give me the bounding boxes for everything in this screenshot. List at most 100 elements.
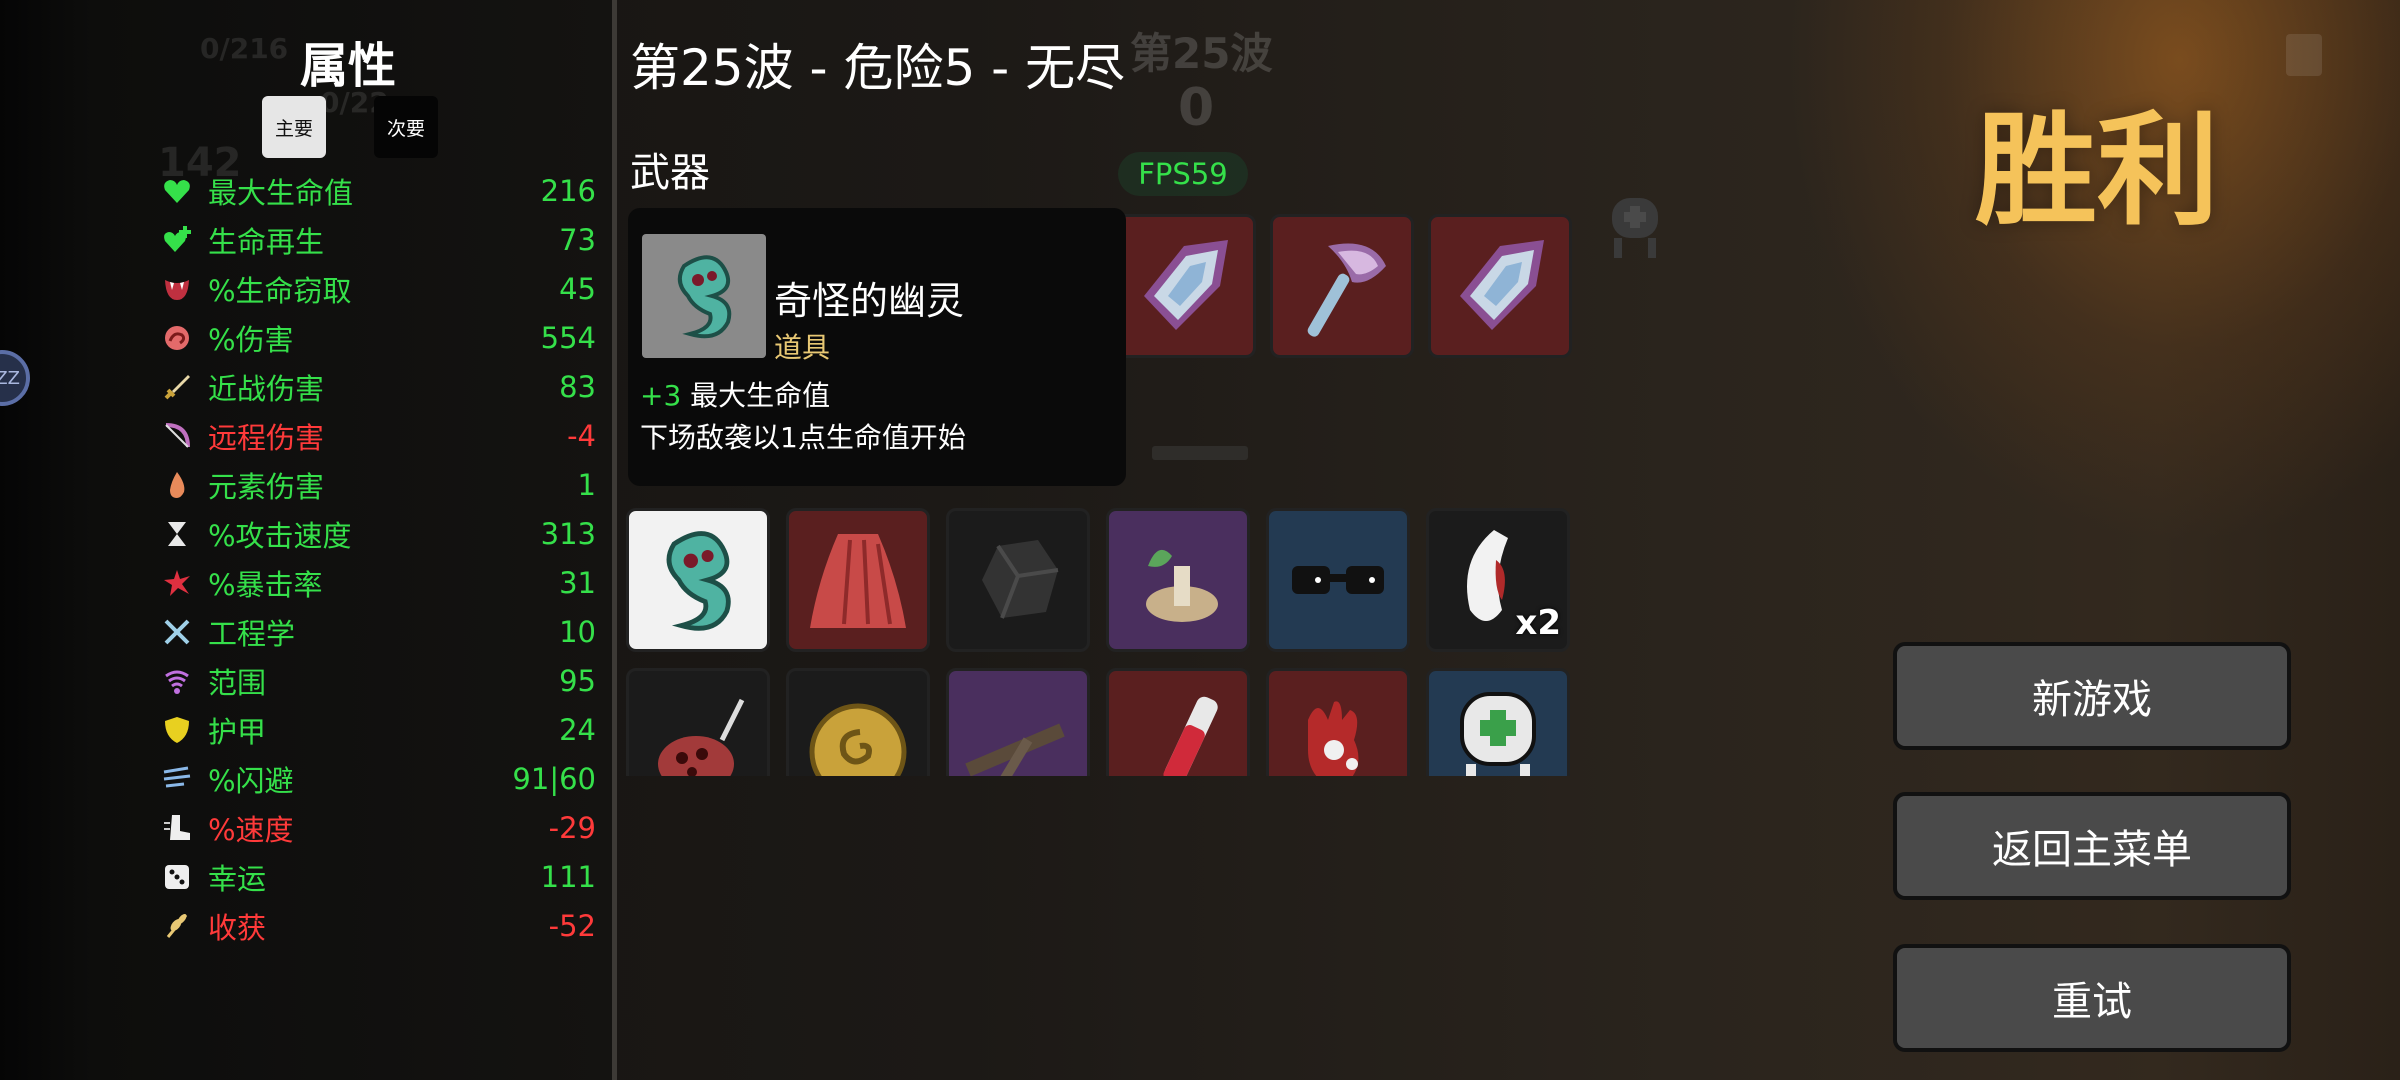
stat-name: %攻击速度 <box>208 518 352 553</box>
axe-icon <box>1307 243 1386 337</box>
wave-ghost-counter: 0 <box>1178 78 1215 138</box>
stat-name: 幸运 <box>208 861 267 896</box>
weapons-scrollbar[interactable] <box>1152 446 1248 460</box>
stat-row[interactable]: %生命窃取 45 <box>160 264 596 313</box>
stat-value: -29 <box>548 810 596 845</box>
weapon-slot-2[interactable] <box>1270 214 1414 358</box>
boot-icon <box>160 811 194 845</box>
tab-main[interactable]: 主要 <box>262 96 326 158</box>
stat-row[interactable]: 幸运 111 <box>160 852 596 901</box>
background-robot-icon <box>1612 198 1658 258</box>
tooltip-item-image <box>642 234 766 358</box>
wave-title: 第25波 - 危险5 - 无尽 <box>630 39 1126 97</box>
tooltip-item-name: 奇怪的幽灵 <box>774 279 965 323</box>
stat-name: 元素伤害 <box>208 469 325 504</box>
new-game-button[interactable]: 新游戏 <box>1897 646 2287 746</box>
dodge-wind-icon <box>160 762 194 796</box>
stat-value: 216 <box>540 173 596 208</box>
stat-row[interactable]: %闪避 91|60 <box>160 754 596 803</box>
potion-icon <box>1163 696 1218 776</box>
stat-row[interactable]: 护甲 24 <box>160 705 596 754</box>
crystal-spear-icon <box>1460 240 1544 330</box>
creature-icon <box>658 698 745 776</box>
tooltip-item-type: 道具 <box>774 331 831 364</box>
ghost-icon <box>677 255 732 339</box>
crossbow-icon <box>965 723 1065 776</box>
range-waves-icon <box>160 664 194 698</box>
weapon-slot-1[interactable] <box>1112 214 1256 358</box>
stat-row[interactable]: 远程伤害 -4 <box>160 411 596 460</box>
item-qty-fang: x2 <box>1515 603 1561 643</box>
stat-value: 554 <box>540 320 596 355</box>
stat-name: %伤害 <box>208 322 294 357</box>
flexed-arm-icon <box>160 321 194 355</box>
main-menu-button[interactable]: 返回主菜单 <box>1897 796 2287 896</box>
stat-row[interactable]: 元素伤害 1 <box>160 460 596 509</box>
cape-icon <box>810 534 906 628</box>
wrench-cross-icon <box>160 615 194 649</box>
stats-panel: 0/216 0/22 142 属性 主要 次要 最大生命值 216 生命再生 73 %生… <box>0 0 612 1080</box>
stat-row[interactable]: %攻击速度 313 <box>160 509 596 558</box>
crystal-spear-icon <box>1144 240 1228 330</box>
tooltip-effect-value: +3 <box>640 379 682 412</box>
item-slot-robot[interactable] <box>1426 668 1570 776</box>
stat-row[interactable]: %速度 -29 <box>160 803 596 852</box>
item-slot-cape[interactable] <box>786 508 930 652</box>
stat-value: -52 <box>548 908 596 943</box>
wheat-icon <box>160 909 194 943</box>
corner-pause-icon[interactable] <box>2286 34 2322 76</box>
victory-title: 胜利 <box>1975 100 2219 242</box>
stat-row[interactable]: %暴击率 31 <box>160 558 596 607</box>
stat-name: 远程伤害 <box>208 420 325 455</box>
stat-row[interactable]: 收获 -52 <box>160 901 596 950</box>
stat-row[interactable]: %伤害 554 <box>160 313 596 362</box>
stats-list: 最大生命值 216 生命再生 73 %生命窃取 45 %伤害 554 近战伤害 83 远程伤害 -4 元… <box>160 166 596 950</box>
coal-icon <box>982 540 1059 619</box>
item-slot-fang[interactable]: x2 <box>1426 508 1570 652</box>
stat-name: %闪避 <box>208 763 294 798</box>
weapon-slot-3[interactable] <box>1428 214 1572 358</box>
tooltip-effect-description: 下场敌袭以1点生命值开始 <box>640 421 966 454</box>
item-slot-hand[interactable] <box>1266 668 1410 776</box>
panel-divider <box>612 0 617 1080</box>
item-slot-crossbow[interactable] <box>946 668 1090 776</box>
fps-counter: FPS59 <box>1118 152 1248 196</box>
flame-icon <box>160 468 194 502</box>
item-slot-creature[interactable] <box>626 668 770 776</box>
item-slot-coal[interactable] <box>946 508 1090 652</box>
item-slot-ghost[interactable] <box>626 508 770 652</box>
wave-ghost-label: 第25波 <box>1130 29 1273 78</box>
stat-row[interactable]: 工程学 10 <box>160 607 596 656</box>
stat-value: 31 <box>559 565 596 600</box>
stat-name: 近战伤害 <box>208 371 325 406</box>
glasses-icon <box>1292 566 1384 594</box>
fang-mouth-icon <box>160 272 194 306</box>
stat-value: 45 <box>559 271 596 306</box>
item-slot-potion[interactable] <box>1106 668 1250 776</box>
dice-icon <box>160 860 194 894</box>
bloody-hand-icon <box>1308 701 1359 776</box>
stat-name: %生命窃取 <box>208 273 352 308</box>
stat-row[interactable]: 范围 95 <box>160 656 596 705</box>
stats-title: 属性 <box>300 38 397 94</box>
tab-secondary[interactable]: 次要 <box>374 96 438 158</box>
stat-row[interactable]: 近战伤害 83 <box>160 362 596 411</box>
item-tooltip: 奇怪的幽灵 道具 +3 最大生命值 下场敌袭以1点生命值开始 <box>628 208 1126 486</box>
tooltip-effect-maxhp: +3 最大生命值 <box>640 374 830 414</box>
stat-value: 73 <box>559 222 596 257</box>
stat-value: 91|60 <box>512 761 596 796</box>
hourglass-icon <box>160 517 194 551</box>
item-slot-mushroom[interactable] <box>1106 508 1250 652</box>
item-slot-glasses[interactable] <box>1266 508 1410 652</box>
bow-icon <box>160 419 194 453</box>
retry-button[interactable]: 重试 <box>1897 948 2287 1048</box>
items-grid: x2 <box>626 508 1586 776</box>
item-slot-coin[interactable] <box>786 668 930 776</box>
stat-value: 313 <box>540 516 596 551</box>
stat-row[interactable]: 生命再生 73 <box>160 215 596 264</box>
stat-row[interactable]: 最大生命值 216 <box>160 166 596 215</box>
stat-value: 24 <box>559 712 596 747</box>
ghost-hp-text: 0/216 <box>200 32 289 65</box>
sword-icon <box>160 370 194 404</box>
ghost-icon <box>666 531 731 631</box>
